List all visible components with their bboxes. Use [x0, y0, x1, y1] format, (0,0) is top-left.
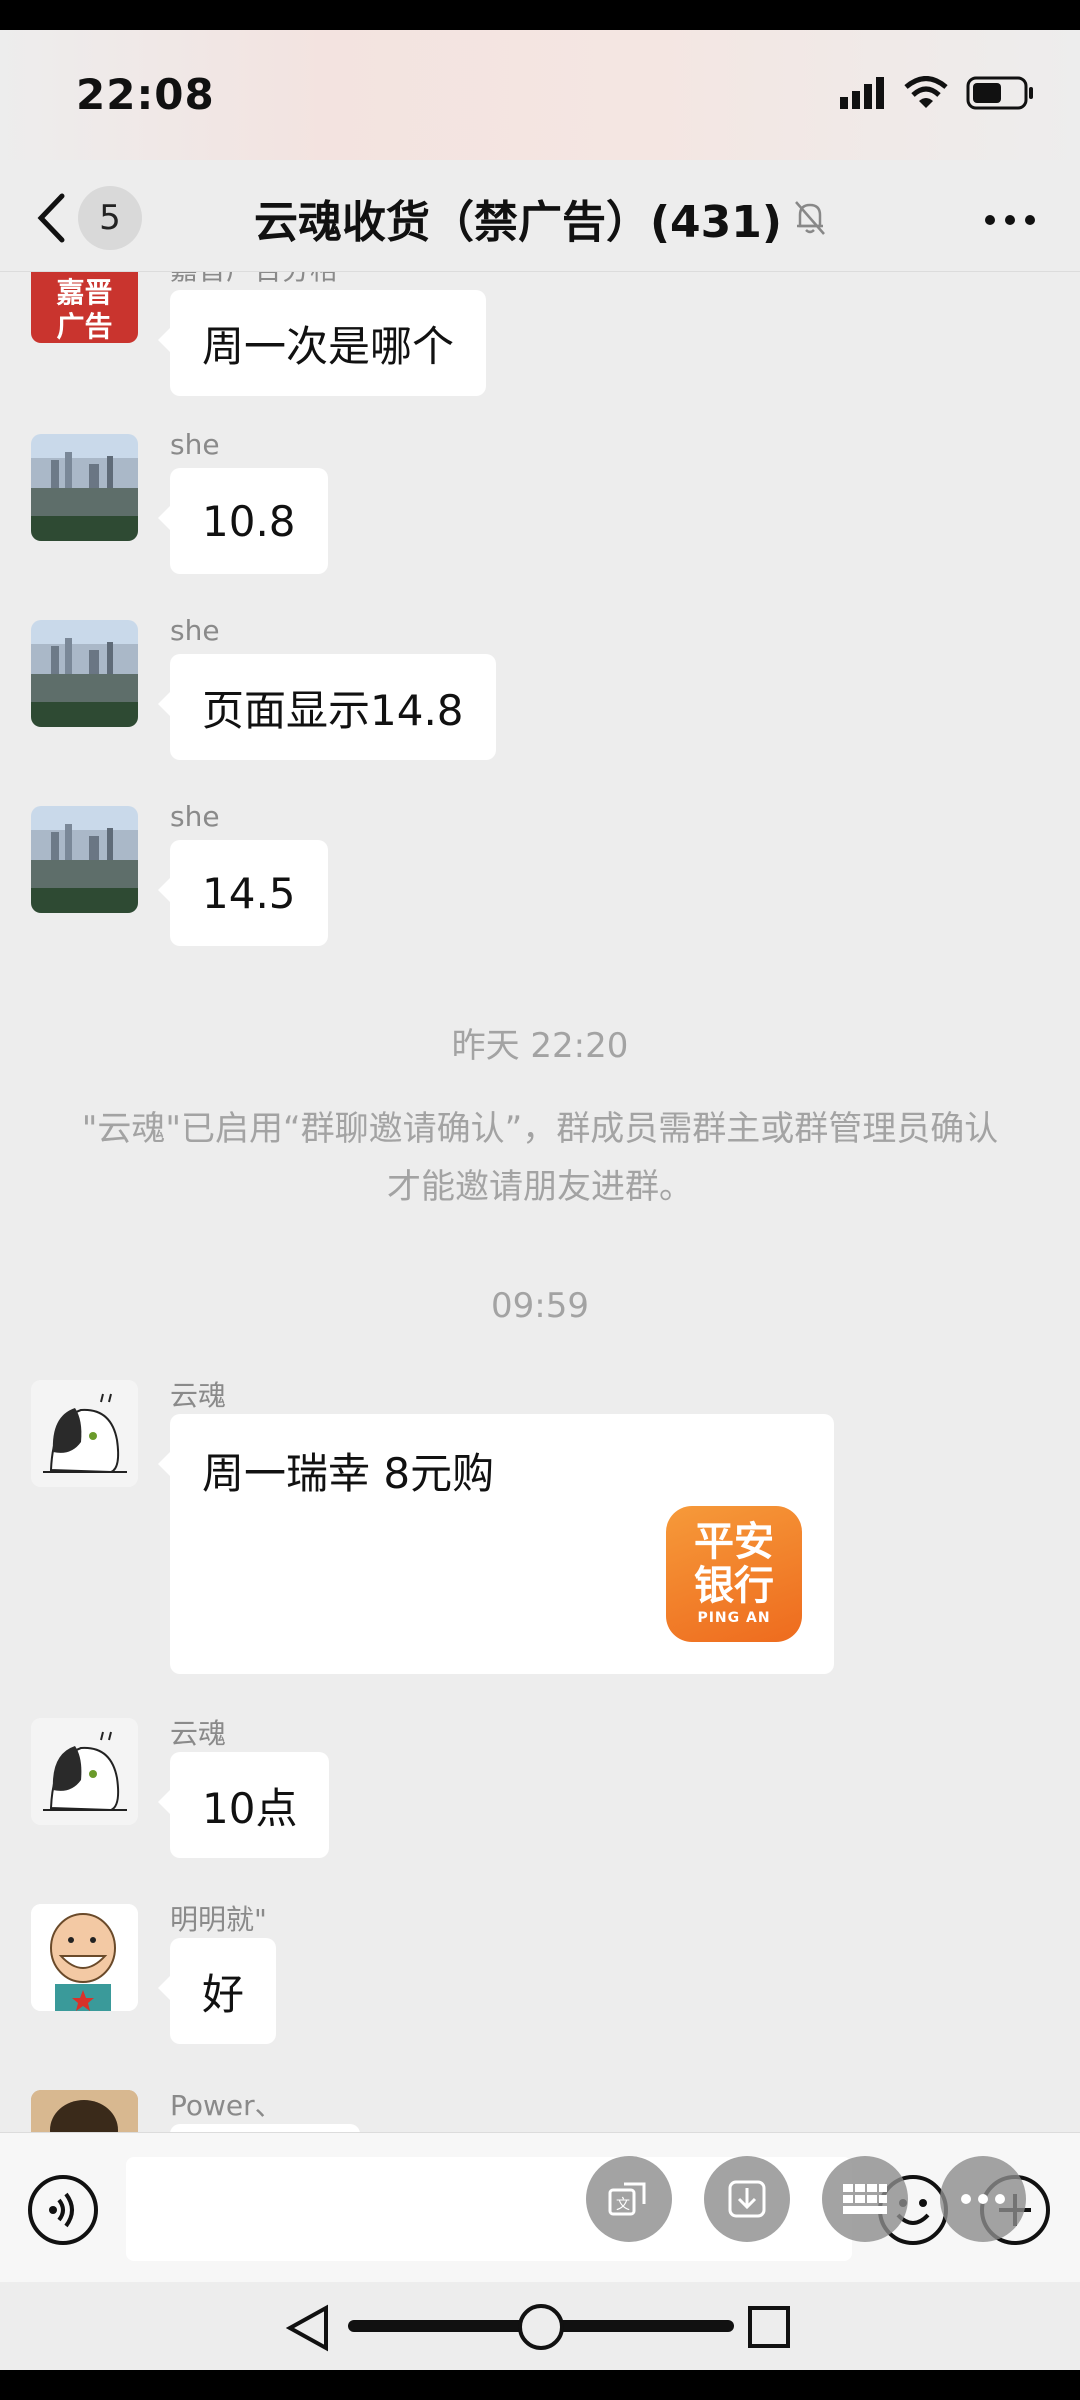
grid-icon	[843, 2184, 887, 2214]
person-avatar-image	[31, 2090, 138, 2132]
avatar[interactable]: 嘉晋 广告	[31, 272, 138, 343]
avatar[interactable]	[31, 434, 138, 541]
voice-icon	[49, 2192, 74, 2228]
avatar-text: 嘉晋	[56, 276, 113, 309]
download-button[interactable]	[704, 2156, 790, 2242]
message-bubble[interactable]: 14.5	[158, 840, 328, 946]
sender-name: she	[170, 800, 220, 833]
avatar[interactable]	[31, 806, 138, 913]
cityscape-avatar-image	[31, 434, 138, 541]
top-black-strip	[0, 0, 1080, 30]
sender-name: she	[170, 428, 220, 461]
sender-name: 云魂	[170, 1379, 227, 1412]
avatar[interactable]	[31, 1904, 138, 2011]
cat-avatar-image	[31, 1718, 138, 1825]
avatar[interactable]	[31, 1718, 138, 1825]
translate-icon: 文	[608, 2182, 646, 2216]
link-card-title: 周一瑞幸 8元购	[202, 1449, 495, 1498]
logo-text: 平安	[694, 1519, 774, 1565]
logo-text: 银行	[694, 1563, 774, 1609]
cityscape-avatar-image	[31, 620, 138, 727]
avatar[interactable]	[31, 2090, 138, 2132]
message-list[interactable]: 嘉晋广告分格 嘉晋 广告 周一次是哪个 she 10.8	[0, 272, 1080, 2132]
message-bubble[interactable]: 周一次是哪个	[157, 290, 487, 396]
signal-icon	[840, 77, 884, 109]
nav-home-icon[interactable]	[518, 2304, 564, 2350]
floating-actions: 文	[586, 2156, 1026, 2242]
more-button[interactable]	[980, 190, 1040, 250]
battery-icon	[966, 76, 1033, 110]
avatar[interactable]	[31, 620, 138, 727]
download-icon	[728, 2180, 766, 2218]
sender-name: she	[170, 614, 220, 647]
sender-name: 嘉晋广告分格	[170, 272, 338, 288]
message-bubble[interactable]: 10点	[157, 1752, 330, 1858]
sender-name: 云魂	[170, 1717, 227, 1750]
avatar[interactable]	[31, 1380, 138, 1487]
chat-header: 5 云魂收货（禁广告）(431)	[0, 160, 1080, 272]
cartoon-face-avatar-image	[31, 1904, 138, 2011]
message-bubble[interactable]: 页面显示14.8	[158, 654, 496, 760]
sender-name: 明明就"	[170, 1903, 267, 1936]
bottom-black-strip	[0, 2370, 1080, 2400]
nav-recents-icon[interactable]	[748, 2306, 790, 2348]
message-bubble[interactable]: 10.8	[158, 468, 328, 574]
status-icons	[840, 76, 1036, 110]
status-time: 22:08	[76, 70, 215, 119]
avatar-text: 广告	[56, 310, 113, 343]
cat-avatar-image	[31, 1380, 138, 1487]
wifi-icon	[904, 76, 948, 108]
page-title: 云魂收货（禁广告）(431)	[0, 186, 1080, 250]
bell-off-icon	[795, 201, 825, 235]
more-actions-button[interactable]	[940, 2156, 1026, 2242]
sender-name: Power、	[170, 2089, 283, 2122]
cityscape-avatar-image	[31, 806, 138, 913]
group-title: 云魂收货（禁广告）(431)	[253, 197, 783, 248]
more-icon	[961, 2194, 1005, 2204]
nav-back-icon[interactable]	[286, 2304, 330, 2352]
message-bubble[interactable]	[170, 2124, 360, 2132]
system-notice: "云魂"已启用“群聊邀请确认”，群成员需群主或群管理员确认才能邀请朋友进群。	[81, 1109, 999, 1207]
timestamp: 昨天 22:20	[451, 1026, 629, 1066]
system-nav-bar	[0, 2282, 1080, 2370]
svg-text:文: 文	[616, 2197, 630, 2213]
link-card[interactable]: 周一瑞幸 8元购 平安 银行 PING AN	[158, 1414, 834, 1674]
more-icon	[985, 215, 1035, 225]
timestamp: 09:59	[491, 1286, 589, 1326]
keyboard-button[interactable]	[822, 2156, 908, 2242]
status-bar: 22:08	[0, 30, 1080, 160]
translate-button[interactable]: 文	[586, 2156, 672, 2242]
pingan-bank-logo: 平安 银行 PING AN	[666, 1506, 802, 1642]
logo-text: PING AN	[697, 1610, 771, 1626]
voice-button[interactable]	[28, 2175, 98, 2245]
message-bubble[interactable]: 好	[157, 1938, 277, 2044]
